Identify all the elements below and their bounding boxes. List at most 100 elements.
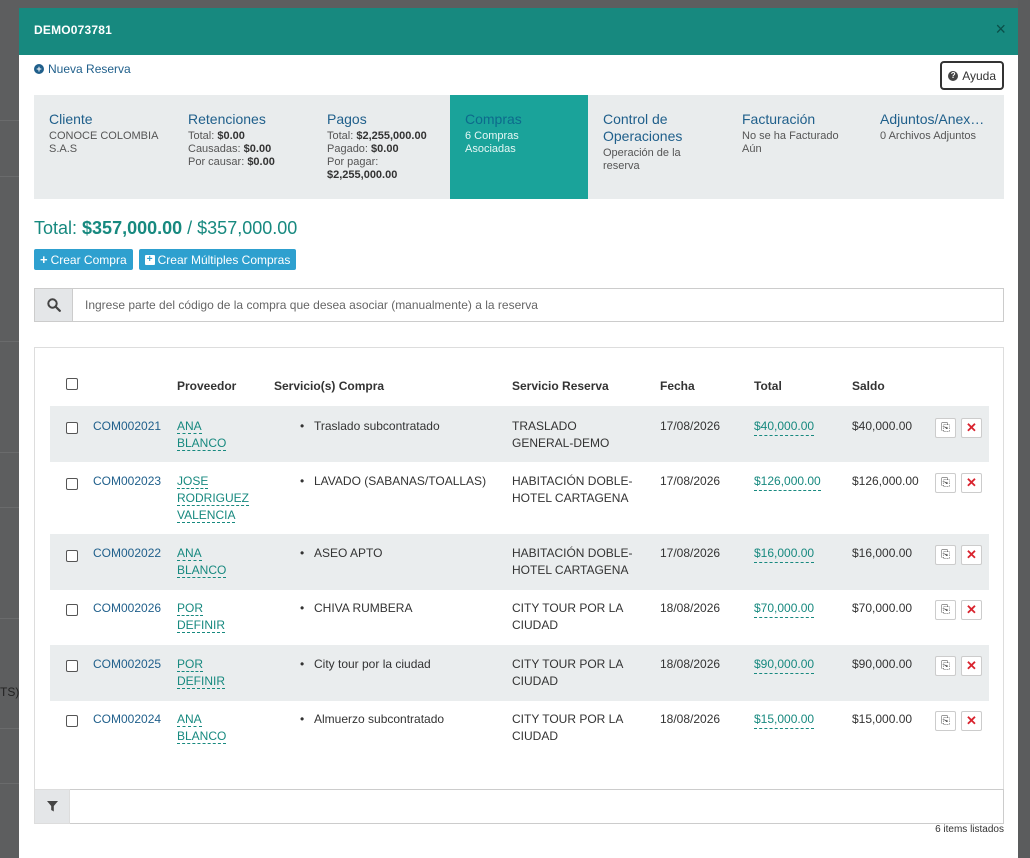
filter-input[interactable]	[70, 789, 1004, 824]
service-bullet: •	[300, 601, 305, 615]
purchases-total: Total: $357,000.00 / $357,000.00	[34, 218, 297, 239]
purchase-total-link[interactable]: $126,000.00	[754, 473, 821, 491]
purchase-balance: $40,000.00	[852, 419, 913, 433]
purchase-balance: $90,000.00	[852, 657, 913, 671]
purchase-date: 18/08/2026	[660, 601, 721, 615]
row-checkbox[interactable]	[66, 478, 78, 490]
purchase-total-link[interactable]: $70,000.00	[754, 600, 815, 618]
delete-icon[interactable]: ✕	[961, 656, 982, 676]
copy-icon[interactable]: ⎘	[935, 656, 956, 676]
service-bullet: •	[300, 419, 305, 433]
create-multiple-label: Crear Múltiples Compras	[157, 252, 291, 267]
backdrop-divider	[0, 452, 20, 453]
row-checkbox[interactable]	[66, 715, 78, 727]
create-purchase-label: Crear Compra	[50, 252, 127, 267]
purchases-table-panel: Proveedor Servicio(s) Compra Servicio Re…	[34, 347, 1004, 789]
filter-icon[interactable]	[34, 789, 70, 824]
purchase-code-link[interactable]: COM002025	[93, 656, 161, 673]
tab-title: Control de Operaciones	[603, 111, 683, 144]
delete-icon[interactable]: ✕	[961, 418, 982, 438]
service-bullet: •	[300, 546, 305, 560]
select-all-checkbox[interactable]	[66, 378, 78, 390]
tab-cliente[interactable]: Cliente CONOCE COLOMBIA S.A.S	[34, 95, 173, 199]
provider-link[interactable]: ANA BLANCO	[177, 545, 257, 579]
row-checkbox[interactable]	[66, 660, 78, 672]
create-multiple-purchases-button[interactable]: + Crear Múltiples Compras	[138, 249, 297, 270]
purchase-code-link[interactable]: COM002021	[93, 418, 161, 435]
modal-header: DEMO073781 ×	[19, 8, 1018, 55]
provider-link[interactable]: JOSE RODRIGUEZ VALENCIA	[177, 473, 257, 524]
provider-link[interactable]: POR DEFINIR	[177, 600, 257, 634]
copy-icon[interactable]: ⎘	[935, 711, 956, 731]
purchase-total-link[interactable]: $15,000.00	[754, 711, 815, 729]
tab-title: Cliente	[49, 111, 93, 127]
purchase-code-link[interactable]: COM002022	[93, 545, 161, 562]
purchase-search	[34, 288, 1004, 322]
service-bullet: •	[300, 657, 305, 671]
total-label: Total:	[34, 218, 83, 238]
tab-facturacion[interactable]: Facturación No se ha Facturado Aún	[727, 95, 865, 199]
backdrop-divider	[0, 120, 20, 121]
tab-detail: Pagado: $0.00	[327, 143, 399, 155]
tab-control-operaciones[interactable]: Control de Operaciones Operación de la r…	[588, 95, 727, 199]
delete-icon[interactable]: ✕	[961, 600, 982, 620]
reservation-service: HABITACIÓN DOBLE- HOTEL CARTAGENA	[512, 546, 633, 577]
provider-link[interactable]: POR DEFINIR	[177, 656, 257, 690]
tab-retenciones[interactable]: Retenciones Total: $0.00 Causadas: $0.00…	[173, 95, 312, 199]
plus-circle-icon: +	[34, 64, 44, 74]
provider-link[interactable]: ANA BLANCO	[177, 418, 257, 452]
question-circle-icon: ?	[948, 70, 959, 81]
purchase-code-link[interactable]: COM002024	[93, 711, 161, 728]
help-button[interactable]: ? Ayuda	[940, 61, 1004, 90]
service-bullet: •	[300, 712, 305, 726]
purchase-balance: $15,000.00	[852, 712, 913, 726]
tab-subtitle: Asociadas	[465, 143, 516, 155]
tab-title: Facturación	[742, 111, 816, 127]
copy-icon[interactable]: ⎘	[935, 600, 956, 620]
table-row: COM002023 JOSE RODRIGUEZ VALENCIA • LAVADO…	[50, 462, 989, 534]
row-checkbox[interactable]	[66, 604, 78, 616]
tab-pagos[interactable]: Pagos Total: $2,255,000.00 Pagado: $0.00…	[312, 95, 450, 199]
items-count: 6 items listados	[935, 824, 1004, 835]
delete-icon[interactable]: ✕	[961, 545, 982, 565]
close-button[interactable]: ×	[995, 20, 1006, 38]
delete-icon[interactable]: ✕	[961, 473, 982, 493]
backdrop-divider	[0, 728, 20, 729]
new-reservation-link[interactable]: + Nueva Reserva	[34, 62, 131, 76]
purchase-search-input[interactable]	[72, 288, 1004, 322]
row-checkbox[interactable]	[66, 550, 78, 562]
backdrop-divider	[0, 783, 20, 784]
tab-subtitle: 6 Compras	[465, 130, 519, 142]
delete-icon[interactable]: ✕	[961, 711, 982, 731]
tab-title: Retenciones	[188, 111, 266, 127]
purchase-service: CHIVA RUMBERA	[314, 601, 413, 615]
total-separator: /	[182, 218, 198, 238]
purchases-modal: DEMO073781 × + Nueva Reserva ? Ayuda Cli…	[19, 8, 1018, 858]
tab-detail: Total: $0.00	[188, 130, 245, 142]
copy-icon[interactable]: ⎘	[935, 473, 956, 493]
modal-title: DEMO073781	[34, 23, 113, 37]
reservation-service: HABITACIÓN DOBLE- HOTEL CARTAGENA	[512, 474, 633, 505]
plus-square-icon: +	[144, 254, 155, 265]
row-checkbox[interactable]	[66, 422, 78, 434]
purchase-code-link[interactable]: COM002023	[93, 473, 161, 490]
tab-detail: $2,255,000.00	[327, 169, 398, 181]
purchase-service: ASEO APTO	[314, 546, 383, 560]
create-purchase-button[interactable]: + Crear Compra	[34, 249, 133, 270]
purchase-code-link[interactable]: COM002026	[93, 600, 161, 617]
purchase-total-link[interactable]: $90,000.00	[754, 656, 815, 674]
service-bullet: •	[300, 474, 305, 488]
tab-detail: Por causar: $0.00	[188, 156, 275, 168]
reservation-service: CITY TOUR POR LA CIUDAD	[512, 712, 624, 743]
purchase-total-link[interactable]: $16,000.00	[754, 545, 815, 563]
purchase-service: City tour por la ciudad	[314, 657, 431, 671]
copy-icon[interactable]: ⎘	[935, 545, 956, 565]
tab-compras[interactable]: Compras 6 Compras Asociadas	[450, 95, 588, 199]
tab-adjuntos[interactable]: Adjuntos/Anex… 0 Archivos Adjuntos	[865, 95, 1004, 199]
table-header: Proveedor Servicio(s) Compra Servicio Re…	[50, 378, 989, 406]
purchase-date: 17/08/2026	[660, 546, 721, 560]
table-filter	[34, 789, 1004, 824]
copy-icon[interactable]: ⎘	[935, 418, 956, 438]
purchase-total-link[interactable]: $40,000.00	[754, 418, 815, 436]
provider-link[interactable]: ANA BLANCO	[177, 711, 257, 745]
